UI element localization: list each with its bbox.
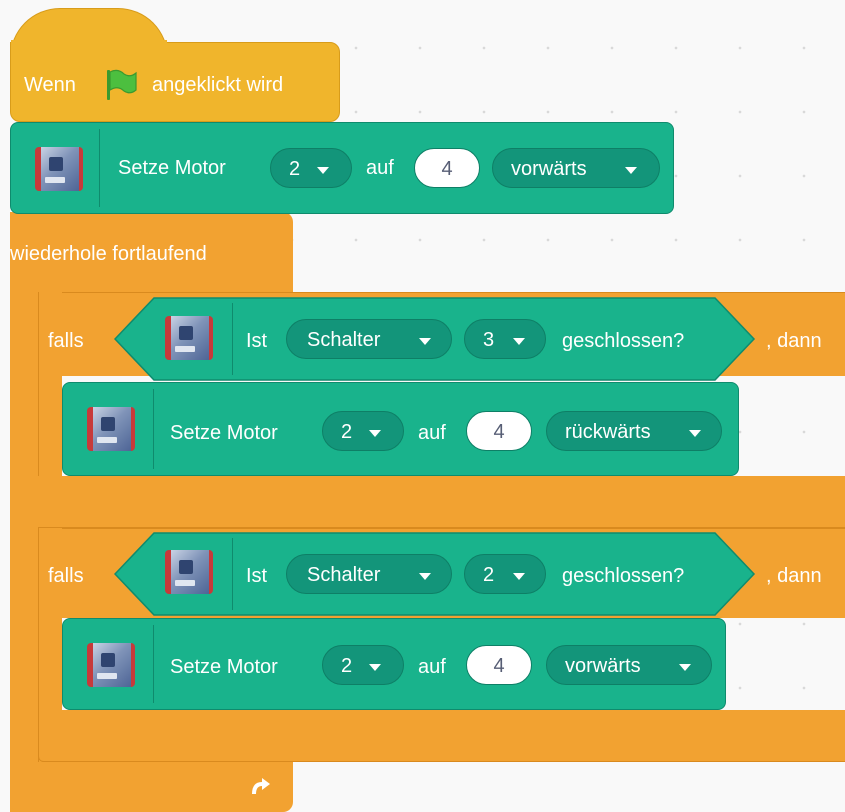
robot-board-icon: [87, 407, 135, 451]
direction-3-value: vorwärts: [565, 655, 641, 677]
speed-1-value: 4: [441, 158, 453, 180]
if-1-falls-label: falls: [48, 330, 84, 352]
sensor-2-dropdown[interactable]: Schalter: [286, 554, 452, 594]
motor-2-auf-label: auf: [418, 422, 446, 444]
motor-3-value: 2: [341, 655, 353, 677]
chevron-down-icon: [419, 573, 431, 580]
robot-board-icon: [87, 643, 135, 687]
block-separator: [99, 129, 100, 207]
set-motor-1-label: Setze Motor: [118, 157, 226, 179]
speed-2-input[interactable]: 4: [466, 411, 532, 451]
forever-loop-label: wiederhole fortlaufend: [10, 243, 207, 265]
chevron-down-icon: [513, 573, 525, 580]
motor-1-auf-label: auf: [366, 157, 394, 179]
condition-1-state-label: geschlossen?: [562, 330, 685, 352]
robot-board-icon: [165, 316, 213, 360]
chevron-down-icon: [369, 430, 381, 437]
speed-3-input[interactable]: 4: [466, 645, 532, 685]
speed-3-value: 4: [493, 655, 505, 677]
port-1-dropdown[interactable]: 3: [464, 319, 546, 359]
if-2-dann-label: , dann: [766, 565, 822, 587]
motor-3-auf-label: auf: [418, 656, 446, 678]
chevron-down-icon: [317, 167, 329, 174]
block-separator: [232, 538, 233, 610]
motor-3-dropdown[interactable]: 2: [322, 645, 404, 685]
robot-board-icon: [165, 550, 213, 594]
condition-1-ist-label: Ist: [246, 330, 268, 352]
robot-board-icon: [35, 147, 83, 191]
motor-2-dropdown[interactable]: 2: [322, 411, 404, 451]
set-motor-3-label: Setze Motor: [170, 656, 278, 678]
if-1-dann-label: , dann: [766, 330, 822, 352]
sensor-1-dropdown[interactable]: Schalter: [286, 319, 452, 359]
if-block-2-foot: [38, 710, 845, 762]
block-separator: [153, 389, 154, 469]
hat-suffix-label: angeklickt wird: [152, 74, 284, 96]
hat-cap-fill: [11, 40, 167, 46]
speed-1-input[interactable]: 4: [414, 148, 480, 188]
motor-2-value: 2: [341, 421, 353, 443]
direction-1-dropdown[interactable]: vorwärts: [492, 148, 660, 188]
chevron-down-icon: [689, 430, 701, 437]
direction-2-dropdown[interactable]: rückwärts: [546, 411, 722, 451]
block-separator: [153, 625, 154, 703]
chevron-down-icon: [513, 338, 525, 345]
loop-arrow-icon: [252, 778, 270, 794]
if-2-falls-label: falls: [48, 565, 84, 587]
forever-loop-arm: [10, 212, 38, 812]
chevron-down-icon: [625, 167, 637, 174]
port-2-value: 2: [483, 564, 495, 586]
condition-2-state-label: geschlossen?: [562, 565, 685, 587]
hat-prefix-label: Wenn: [24, 74, 76, 96]
speed-2-value: 4: [493, 421, 505, 443]
green-flag-icon: [107, 69, 137, 100]
motor-1-value: 2: [289, 158, 301, 180]
set-motor-2-label: Setze Motor: [170, 422, 278, 444]
chevron-down-icon: [369, 664, 381, 671]
chevron-down-icon: [679, 664, 691, 671]
condition-2-ist-label: Ist: [246, 565, 268, 587]
port-2-dropdown[interactable]: 2: [464, 554, 546, 594]
motor-1-dropdown[interactable]: 2: [270, 148, 352, 188]
direction-2-value: rückwärts: [565, 421, 651, 443]
sensor-1-value: Schalter: [307, 329, 381, 351]
sensor-2-value: Schalter: [307, 564, 381, 586]
block-separator: [232, 303, 233, 375]
port-1-value: 3: [483, 329, 495, 351]
direction-1-value: vorwärts: [511, 158, 587, 180]
direction-3-dropdown[interactable]: vorwärts: [546, 645, 712, 685]
if-block-1-foot: [38, 476, 845, 528]
chevron-down-icon: [419, 338, 431, 345]
